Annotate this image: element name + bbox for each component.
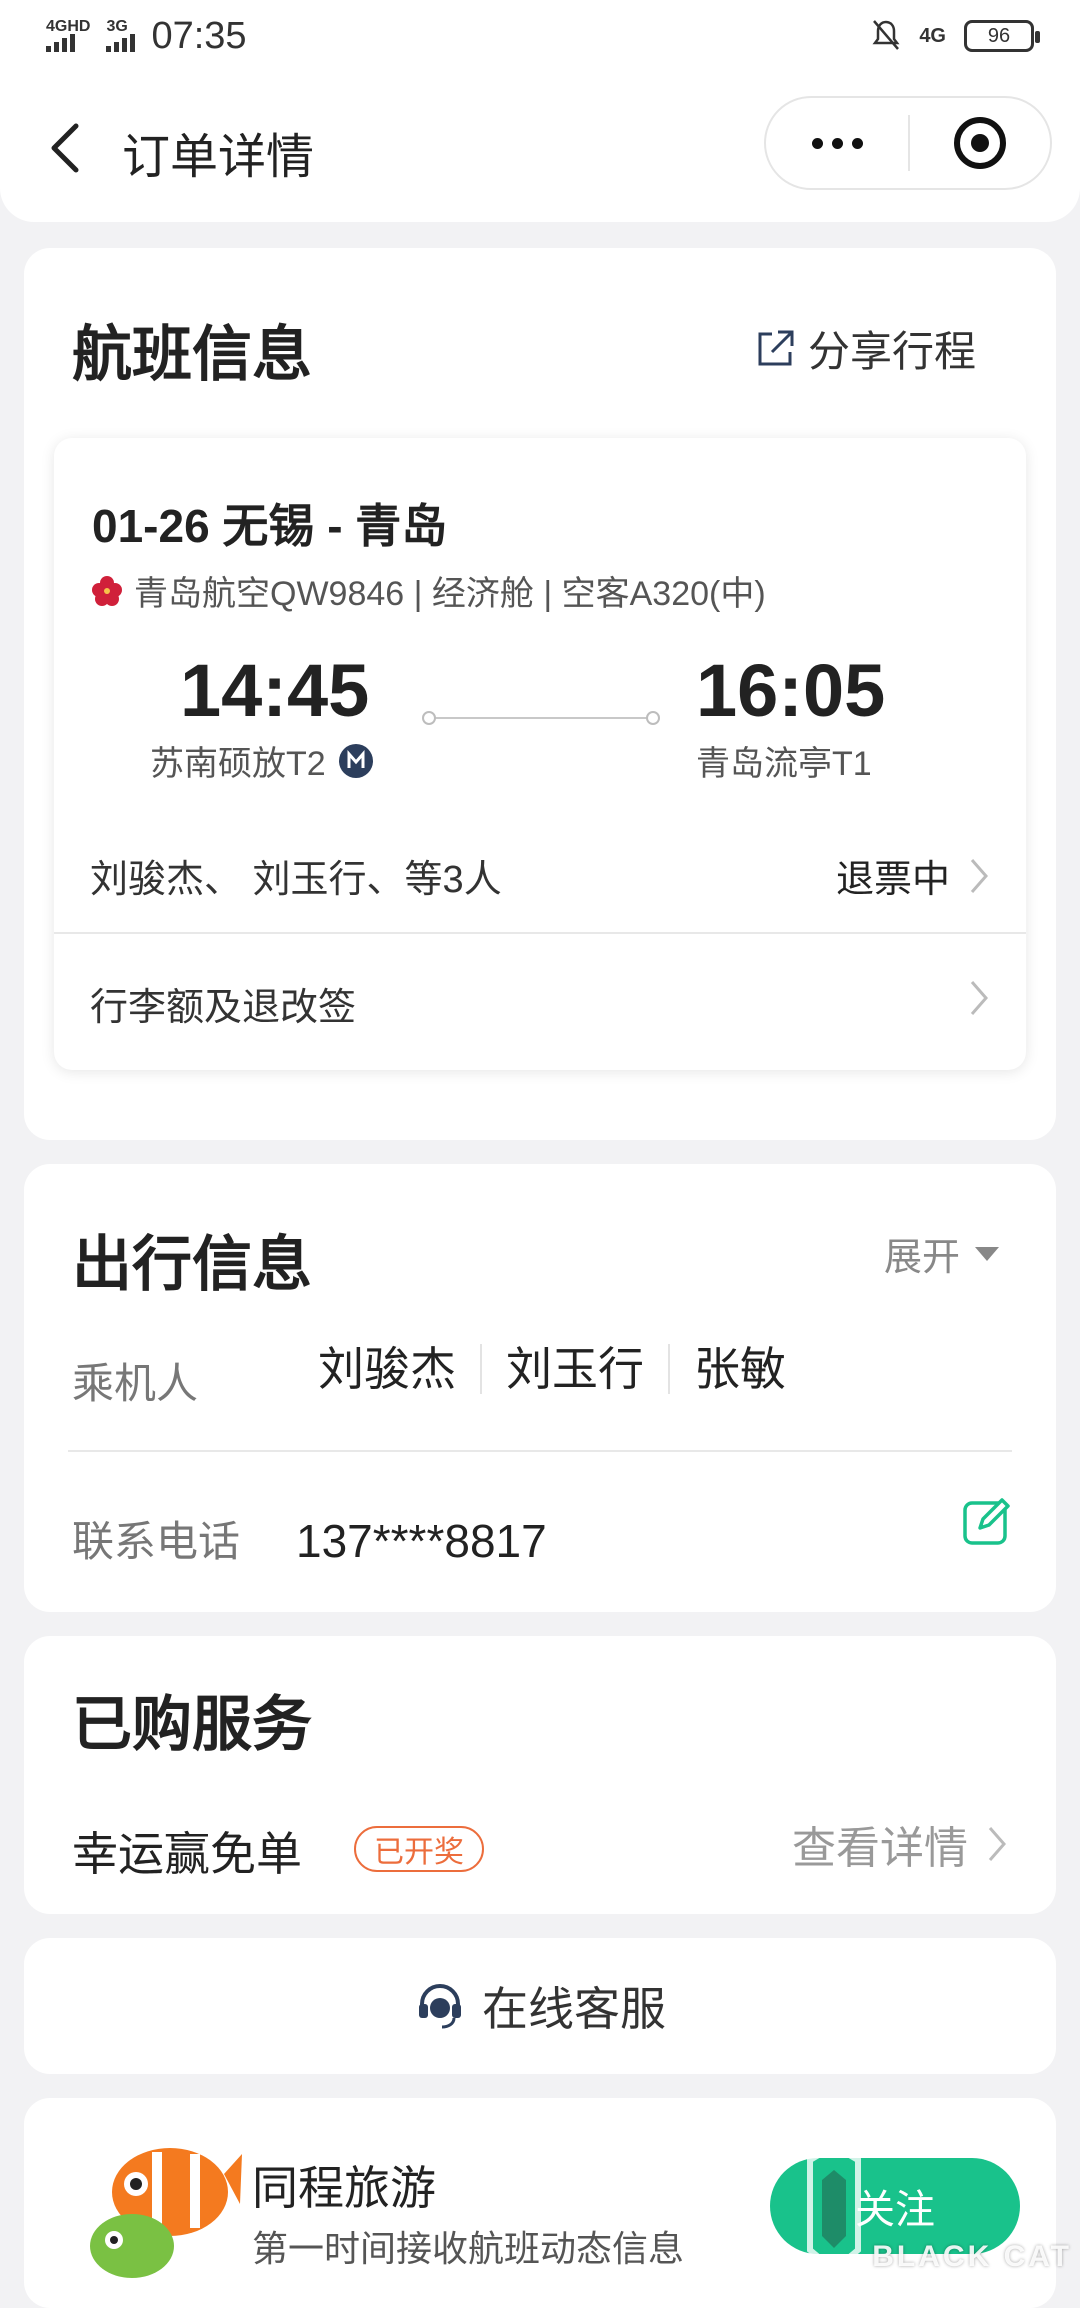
chevron-right-icon[interactable] <box>968 978 990 1018</box>
mute-bell-icon <box>872 20 900 50</box>
flight-info-card: 航班信息 分享行程 01-26 无锡 - 青岛 青岛航空QW9846 | 经济舱… <box>24 248 1056 1140</box>
purchased-services-card: 已购服务 幸运赢免单 已开奖 查看详情 <box>24 1636 1056 1914</box>
travel-info-card: 出行信息 展开 乘机人 刘骏杰 刘玉行 张敏 联系电话 137****8817 <box>24 1164 1056 1612</box>
status-bar: 4GHD 3G 07:35 4G 96 <box>0 0 1080 72</box>
passenger-list: 刘骏杰 刘玉行 张敏 <box>294 1344 810 1394</box>
miniprogram-capsule <box>764 96 1052 190</box>
qingdao-airlines-logo-icon <box>92 575 122 606</box>
departure-airport: 苏南硕放T2 <box>150 736 374 785</box>
promo-name: 同程旅游 <box>252 2162 436 2214</box>
departure-time: 14:45 <box>180 649 370 732</box>
flight-detail-box: 01-26 无锡 - 青岛 青岛航空QW9846 | 经济舱 | 空客A320(… <box>54 438 1026 1070</box>
expand-button[interactable]: 展开 <box>884 1226 1000 1281</box>
airline-info: 青岛航空QW9846 | 经济舱 | 空客A320(中) <box>90 566 766 615</box>
divider <box>68 1450 1012 1452</box>
battery-icon: 96 <box>964 20 1040 52</box>
service-name: 幸运赢免单 <box>72 1828 302 1880</box>
services-title: 已购服务 <box>72 1691 312 1758</box>
chevron-right-icon <box>970 858 988 893</box>
edit-icon[interactable] <box>962 1496 1012 1546</box>
view-details-link[interactable]: 查看详情 <box>792 1812 1008 1876</box>
close-miniprogram-icon[interactable] <box>910 117 1050 169</box>
contact-phone: 137****8817 <box>296 1515 547 1567</box>
status-badge: 已开奖 <box>354 1826 484 1872</box>
passenger-label: 乘机人 <box>72 1360 199 1407</box>
tongcheng-logo-icon <box>90 2148 242 2278</box>
online-support-label: 在线客服 <box>482 1983 666 2035</box>
refund-status-link[interactable]: 退票中 <box>836 848 990 903</box>
chevron-right-icon <box>988 1827 1006 1861</box>
flight-info-title: 航班信息 <box>72 321 312 388</box>
flight-connector-line <box>422 711 660 725</box>
arrival-airport: 青岛流亭T1 <box>696 745 872 783</box>
arrival-time: 16:05 <box>696 649 886 732</box>
more-dots-icon[interactable] <box>766 137 908 149</box>
black-cat-watermark: BLACK CAT <box>800 2140 1080 2280</box>
passengers-summary: 刘骏杰、 刘玉行、等3人 <box>90 859 502 901</box>
customer-service-icon <box>419 1984 461 2029</box>
back-arrow-icon[interactable] <box>46 120 86 176</box>
online-support-button[interactable]: 在线客服 <box>24 1938 1056 2074</box>
travel-info-title: 出行信息 <box>72 1231 312 1298</box>
passenger-name: 刘玉行 <box>480 1344 668 1394</box>
metro-icon <box>338 743 373 778</box>
flight-route: 01-26 无锡 - 青岛 <box>92 500 448 552</box>
divider <box>54 932 1026 934</box>
share-icon <box>758 330 794 365</box>
share-trip-button[interactable]: 分享行程 <box>754 318 976 379</box>
status-time: 07:35 <box>151 14 247 57</box>
passenger-name: 刘骏杰 <box>318 1343 456 1395</box>
nav-bar: 订单详情 <box>0 72 1080 222</box>
signal-3g-icon: 3G <box>106 19 136 52</box>
baggage-rules-link[interactable]: 行李额及退改签 <box>90 976 356 1031</box>
passenger-name: 张敏 <box>668 1344 810 1394</box>
signal-4g-icon: 4GHD <box>46 19 90 52</box>
phone-label: 联系电话 <box>72 1518 241 1565</box>
signal-4g-right-icon: 4G <box>919 24 946 47</box>
promo-subtitle: 第一时间接收航班动态信息 <box>252 2228 685 2269</box>
page-title: 订单详情 <box>122 131 315 184</box>
caret-down-icon <box>975 1246 999 1261</box>
